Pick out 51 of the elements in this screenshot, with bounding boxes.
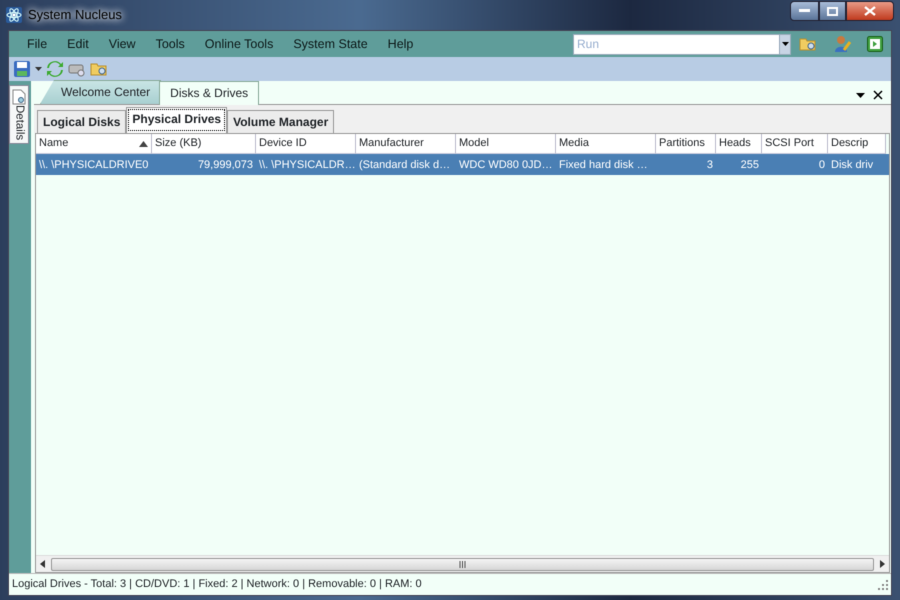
column-header[interactable]: Device ID bbox=[256, 134, 356, 154]
status-text: Logical Drives - Total: 3 | CD/DVD: 1 | Fixed: 2 | Network: 0 | Removable: 0 | RAM: 0 bbox=[12, 577, 422, 592]
column-header[interactable]: Heads bbox=[716, 134, 762, 154]
column-header[interactable]: SCSI Port bbox=[762, 134, 828, 154]
sort-arrow-icon bbox=[139, 140, 148, 146]
scroll-left-icon[interactable] bbox=[40, 560, 45, 568]
column-header[interactable]: Manufacturer bbox=[356, 134, 456, 154]
column-header[interactable]: Name bbox=[36, 134, 152, 154]
column-header[interactable]: Model bbox=[456, 134, 556, 154]
minimize-button[interactable] bbox=[790, 1, 819, 21]
document-search-icon bbox=[12, 89, 26, 105]
minimize-icon bbox=[799, 9, 810, 13]
caret-icon bbox=[782, 42, 788, 46]
resize-grip-icon[interactable] bbox=[878, 580, 888, 590]
column-header[interactable]: Size (KB) bbox=[152, 134, 256, 154]
menu-item[interactable]: System State bbox=[283, 34, 378, 54]
tab[interactable]: Physical Drives bbox=[126, 107, 228, 133]
close-icon bbox=[864, 6, 876, 16]
column-header[interactable]: Media bbox=[556, 134, 656, 154]
folder-search-icon[interactable] bbox=[90, 61, 108, 77]
close-icon[interactable] bbox=[873, 90, 883, 100]
maximize-button[interactable] bbox=[819, 1, 846, 21]
tab[interactable]: Volume Manager bbox=[227, 110, 334, 133]
caret-icon[interactable] bbox=[35, 67, 42, 71]
tab[interactable]: Logical Disks bbox=[37, 110, 126, 133]
save-icon[interactable] bbox=[13, 60, 31, 78]
horizontal-scrollbar[interactable] bbox=[36, 555, 889, 572]
dropdown-button[interactable] bbox=[779, 34, 791, 54]
column-header[interactable]: Descrip bbox=[828, 134, 886, 154]
tab[interactable]: Disks & Drives bbox=[159, 81, 260, 105]
column-header[interactable]: Partitions bbox=[656, 134, 716, 154]
play-icon[interactable] bbox=[867, 36, 883, 52]
scroll-right-icon[interactable] bbox=[880, 560, 885, 568]
tab[interactable]: Welcome Center bbox=[40, 80, 162, 104]
user-icon[interactable] bbox=[833, 35, 851, 53]
menu-item[interactable]: Edit bbox=[57, 34, 99, 54]
atom-icon bbox=[6, 7, 22, 23]
menu-item[interactable]: View bbox=[98, 34, 146, 54]
grip-icon bbox=[459, 560, 466, 568]
close-button[interactable] bbox=[846, 1, 894, 21]
window-title: System Nucleus bbox=[28, 6, 122, 24]
menu-item[interactable]: Help bbox=[378, 34, 424, 54]
dropdown-arrow-icon[interactable] bbox=[856, 92, 865, 98]
menu-item[interactable]: Online Tools bbox=[194, 34, 284, 54]
menu-item[interactable]: Tools bbox=[146, 34, 195, 54]
maximize-icon bbox=[827, 6, 838, 16]
table-row[interactable]: \\. \PHYSICALDRIVE0 79,999,073 \\. \PHYSICALDR… (Standard disk d… WDC WD80 0JD… Fixed hard disk … 3 255 0 Disk driv bbox=[36, 154, 889, 175]
folder-search-icon[interactable] bbox=[799, 36, 817, 52]
menu-item[interactable]: File bbox=[17, 34, 58, 54]
details-tab[interactable]: Details bbox=[9, 85, 29, 144]
run-field[interactable]: Run bbox=[573, 34, 779, 54]
